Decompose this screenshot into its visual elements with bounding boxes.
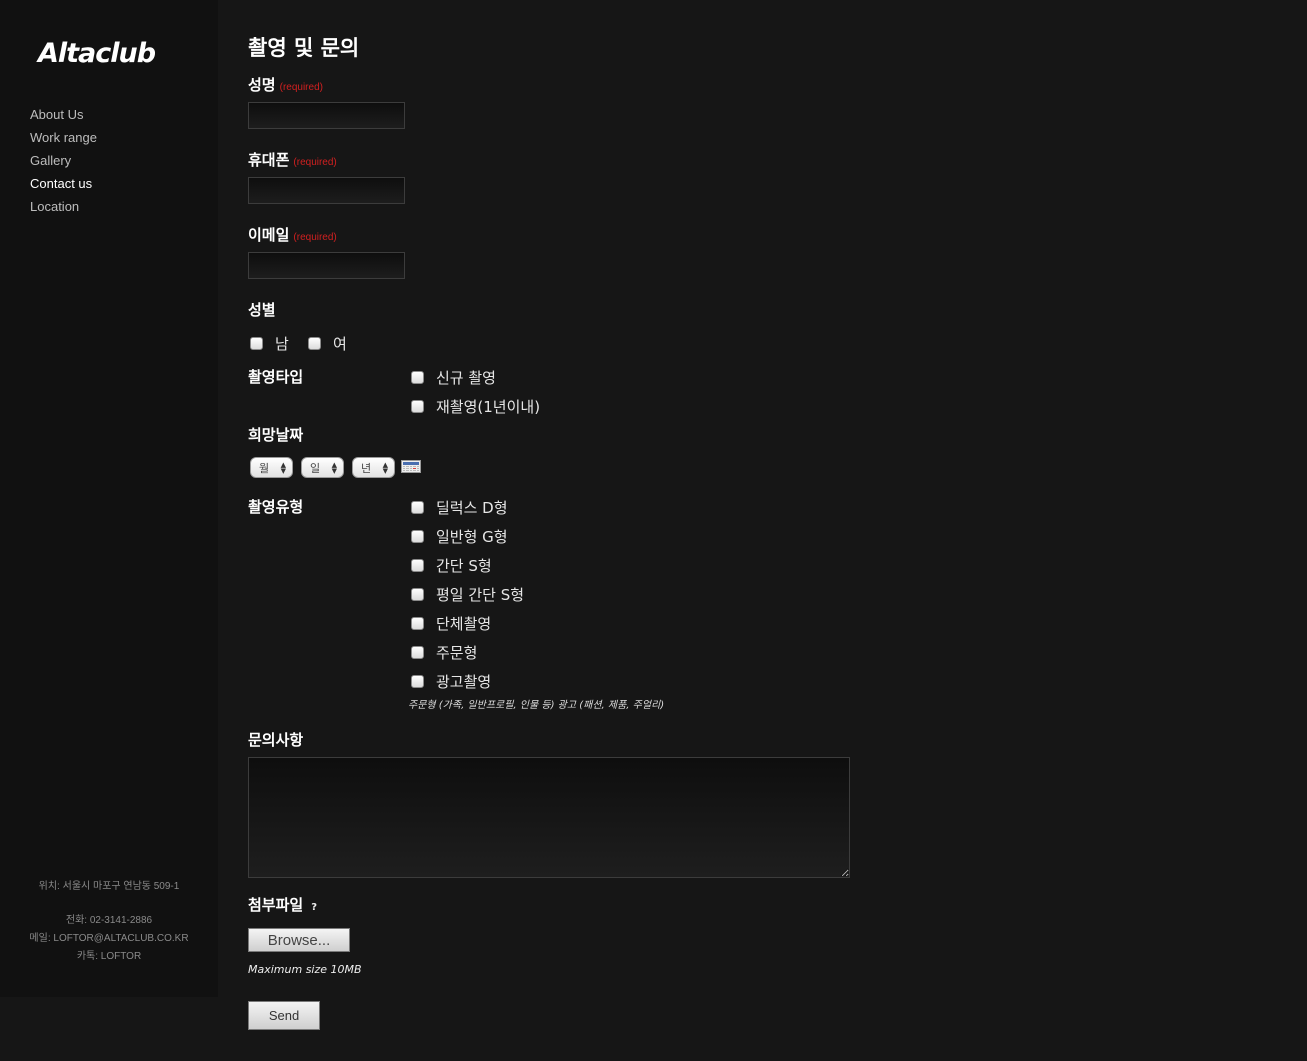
shoot-kind-label: 촬영유형 <box>248 498 304 516</box>
max-size-note: Maximum size 10MB <box>248 963 362 976</box>
email-label-text: 이메일 <box>248 226 290 244</box>
phone-label-text: 휴대폰 <box>248 151 290 169</box>
shoot-kind-checkbox[interactable] <box>411 530 424 543</box>
shoot-kind-option-6[interactable]: 주문형 <box>411 642 477 663</box>
shoot-kind-option-4[interactable]: 평일 간단 S형 <box>411 584 524 605</box>
year-select-value: 년 <box>361 461 372 475</box>
required-marker: (required) <box>293 157 337 168</box>
year-select[interactable]: 년 ▲ ▼ <box>352 457 395 478</box>
shoot-kind-option-1[interactable]: 딜럭스 D형 <box>411 497 508 518</box>
shoot-kind-checkbox[interactable] <box>411 675 424 688</box>
address-text: 위치: 서울시 마포구 연남동 509-1 <box>38 881 180 892</box>
sidebar: Altaclub About Us Work range Gallery Con… <box>0 0 218 997</box>
site-logo[interactable]: Altaclub <box>38 38 156 69</box>
shoot-kind-note: 주문형 (가족, 일반프로필, 인물 등) 광고 (패션, 제품, 주얼리) <box>408 700 665 711</box>
required-marker: (required) <box>279 82 323 93</box>
nav-about-us[interactable]: About Us <box>30 106 97 129</box>
shoot-kind-checkbox[interactable] <box>411 646 424 659</box>
name-input[interactable] <box>248 102 405 129</box>
attachment-label: 첨부파일? <box>248 894 317 915</box>
select-arrows-icon: ▲ ▼ <box>280 460 286 475</box>
gender-male-checkbox[interactable] <box>250 337 263 350</box>
shoot-kind-option-5[interactable]: 단체촬영 <box>411 613 491 634</box>
calendar-icon[interactable] <box>401 460 421 473</box>
shoot-kind-option-label: 딜럭스 D형 <box>436 499 508 517</box>
contact-info: 위치: 서울시 마포구 연남동 509-1 전화: 02-3141-2886 메… <box>0 881 218 969</box>
shoot-kind-option-label: 간단 S형 <box>436 557 492 575</box>
shoot-kind-option-3[interactable]: 간단 S형 <box>411 555 492 576</box>
attachment-label-text: 첨부파일 <box>248 896 304 914</box>
shoot-kind-option-2[interactable]: 일반형 G형 <box>411 526 508 547</box>
help-icon[interactable]: ? <box>311 902 317 913</box>
inquiry-textarea[interactable] <box>248 757 850 878</box>
gender-female-option[interactable]: 여 <box>308 333 347 354</box>
shoot-kind-option-7[interactable]: 광고촬영 <box>411 671 491 692</box>
nav-gallery[interactable]: Gallery <box>30 152 97 175</box>
select-arrows-icon: ▲ ▼ <box>382 460 388 475</box>
page-title: 촬영 및 문의 <box>248 36 360 60</box>
shoot-type-new-checkbox[interactable] <box>411 371 424 384</box>
kakao-text: 카톡: LOFTOR <box>76 951 142 962</box>
phone-text: 전화: 02-3141-2886 <box>65 915 153 926</box>
day-select-value: 일 <box>310 461 321 475</box>
email-label: 이메일 (required) <box>248 224 337 245</box>
shoot-type-label: 촬영타입 <box>248 368 304 386</box>
select-arrows-icon: ▲ ▼ <box>331 460 337 475</box>
shoot-type-reshoot-option[interactable]: 재촬영(1년이내) <box>411 396 540 417</box>
gender-female-label: 여 <box>333 335 347 353</box>
shoot-type-reshoot-label: 재촬영(1년이내) <box>436 398 541 416</box>
gender-label: 성별 <box>248 301 276 319</box>
date-label: 희망날짜 <box>248 426 304 444</box>
shoot-kind-checkbox[interactable] <box>411 588 424 601</box>
nav-contact-us[interactable]: Contact us <box>30 175 97 198</box>
inquiry-label: 문의사항 <box>248 731 304 749</box>
shoot-kind-checkbox[interactable] <box>411 501 424 514</box>
shoot-kind-option-label: 일반형 G형 <box>436 528 508 546</box>
month-select[interactable]: 월 ▲ ▼ <box>250 457 293 478</box>
send-button[interactable]: Send <box>248 1001 320 1030</box>
shoot-kind-checkbox[interactable] <box>411 559 424 572</box>
gender-male-option[interactable]: 남 <box>250 333 289 354</box>
shoot-kind-checkbox[interactable] <box>411 617 424 630</box>
email-input[interactable] <box>248 252 405 279</box>
shoot-type-new-label: 신규 촬영 <box>436 369 496 387</box>
main-nav: About Us Work range Gallery Contact us L… <box>30 106 97 221</box>
name-label: 성명 (required) <box>248 74 323 95</box>
nav-location[interactable]: Location <box>30 198 97 221</box>
day-select[interactable]: 일 ▲ ▼ <box>301 457 344 478</box>
shoot-kind-option-label: 광고촬영 <box>436 673 492 691</box>
browse-button[interactable]: Browse... <box>248 928 350 952</box>
required-marker: (required) <box>293 232 337 243</box>
phone-label: 휴대폰 (required) <box>248 149 337 170</box>
shoot-kind-option-label: 주문형 <box>436 644 478 662</box>
gender-female-checkbox[interactable] <box>308 337 321 350</box>
email-text: 메일: LOFTOR@ALTACLUB.CO.KR <box>29 933 189 944</box>
phone-input[interactable] <box>248 177 405 204</box>
name-label-text: 성명 <box>248 76 276 94</box>
shoot-kind-option-label: 평일 간단 S형 <box>436 586 525 604</box>
shoot-type-reshoot-checkbox[interactable] <box>411 400 424 413</box>
gender-male-label: 남 <box>275 335 289 353</box>
nav-work-range[interactable]: Work range <box>30 129 97 152</box>
month-select-value: 월 <box>259 461 270 475</box>
shoot-kind-option-label: 단체촬영 <box>436 615 492 633</box>
shoot-type-new-option[interactable]: 신규 촬영 <box>411 367 496 388</box>
